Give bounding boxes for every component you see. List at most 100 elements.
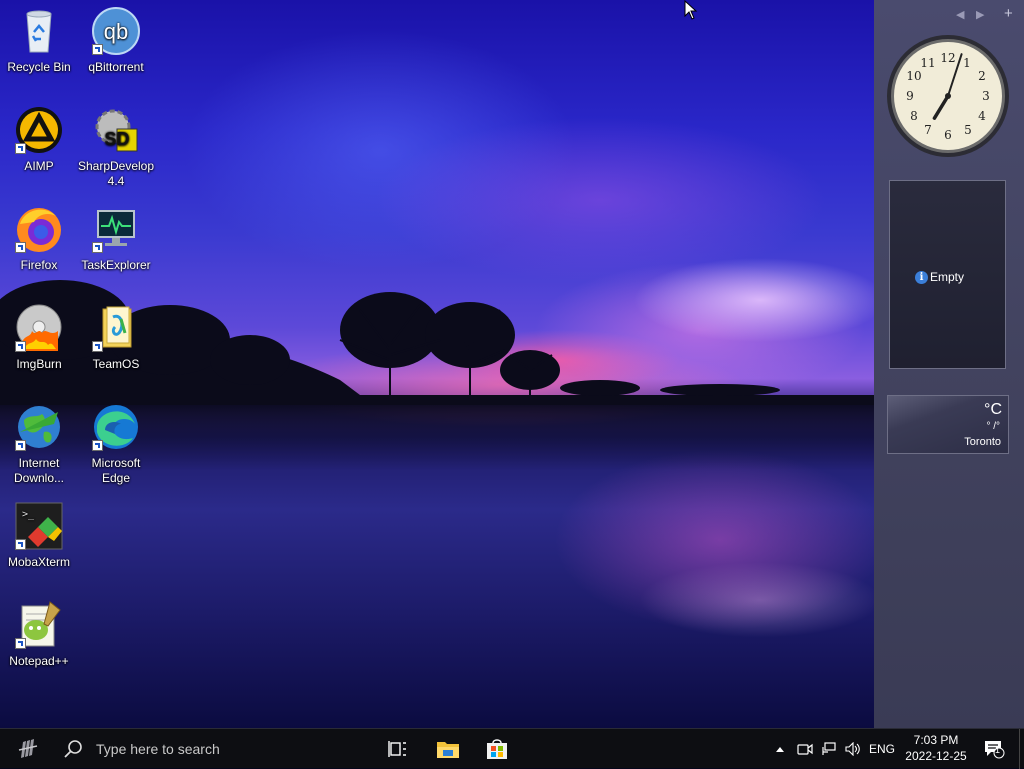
shortcut-arrow-icon bbox=[15, 539, 26, 550]
desktop-icon-label: TeamOS bbox=[92, 357, 140, 371]
taskbar-date: 2022-12-25 bbox=[905, 749, 967, 763]
notification-count-badge: 1 bbox=[995, 745, 1001, 755]
start-icon bbox=[18, 739, 38, 758]
task-view-button[interactable] bbox=[378, 729, 418, 769]
svg-text:SD: SD bbox=[104, 129, 129, 149]
desktop-icon-label: SharpDevelop 4.4 bbox=[77, 159, 155, 188]
desktop-icon-teamos[interactable]: TeamOS bbox=[77, 303, 155, 372]
clock-numeral-1: 1 bbox=[963, 56, 971, 70]
notes-empty-label: Empty bbox=[930, 270, 965, 284]
aimp-icon bbox=[14, 105, 64, 155]
desktop-icon-label: MobaXterm bbox=[7, 555, 71, 569]
chevron-up-icon bbox=[776, 747, 784, 752]
microsoft-store-taskbar-button[interactable] bbox=[477, 729, 517, 769]
recycle-bin-icon bbox=[14, 6, 64, 56]
mouse-cursor-icon bbox=[684, 0, 698, 20]
clock-numeral-8: 8 bbox=[910, 109, 918, 123]
weather-city: Toronto bbox=[964, 436, 1001, 448]
action-center-icon bbox=[985, 741, 1005, 759]
teamos-icon bbox=[91, 303, 141, 353]
shortcut-arrow-icon bbox=[15, 143, 26, 154]
search-placeholder: Type here to search bbox=[96, 741, 220, 757]
task-view-icon bbox=[388, 741, 406, 757]
add-gadget-button[interactable]: + bbox=[1004, 5, 1013, 22]
clock-numeral-6: 6 bbox=[944, 128, 952, 142]
desktop-icon-microsoft-edge[interactable]: Microsoft Edge bbox=[77, 402, 155, 486]
info-icon: i bbox=[915, 270, 928, 284]
notepadpp-icon bbox=[14, 600, 64, 650]
clock-numeral-7: 7 bbox=[924, 123, 932, 137]
shortcut-arrow-icon bbox=[92, 440, 103, 451]
meet-now-icon bbox=[797, 743, 813, 755]
internet-download-manager-icon bbox=[14, 402, 64, 452]
taskbar-clock[interactable]: 7:03 PM 2022-12-25 bbox=[900, 732, 972, 764]
desktop-icon-label: Microsoft Edge bbox=[91, 456, 141, 485]
firefox-icon bbox=[14, 204, 64, 254]
show-desktop-button[interactable] bbox=[1019, 729, 1024, 769]
desktop-icon-internet-download[interactable]: Internet Downlo... bbox=[0, 402, 78, 486]
notes-gadget[interactable]: i Empty bbox=[889, 180, 1006, 369]
network-button[interactable] bbox=[818, 729, 840, 769]
clock-numeral-3: 3 bbox=[982, 89, 990, 103]
network-icon bbox=[822, 742, 836, 755]
volume-button[interactable] bbox=[842, 729, 864, 769]
desktop-icon-label: TaskExplorer bbox=[81, 258, 151, 272]
desktop-icon-label: Internet Downlo... bbox=[13, 456, 65, 485]
clock-numeral-4: 4 bbox=[978, 109, 986, 123]
desktop-icon-imgburn[interactable]: ImgBurn bbox=[0, 303, 78, 372]
desktop-icon-sharpdevelop[interactable]: SD SharpDevelop 4.4 bbox=[77, 105, 155, 189]
desktop-icon-qbittorrent[interactable]: qb qBittorrent bbox=[77, 6, 155, 75]
desktop-icon-label: qBittorrent bbox=[88, 60, 144, 74]
taskexplorer-icon bbox=[91, 204, 141, 254]
meet-now-button[interactable] bbox=[794, 729, 816, 769]
clock-numeral-12: 12 bbox=[940, 51, 955, 65]
start-button[interactable] bbox=[8, 729, 48, 769]
svg-text:>_: >_ bbox=[22, 509, 35, 520]
shortcut-arrow-icon bbox=[92, 44, 103, 55]
clock-numeral-9: 9 bbox=[906, 89, 914, 103]
file-explorer-icon bbox=[437, 742, 459, 758]
desktop-icon-label: Firefox bbox=[20, 258, 58, 272]
taskbar-time: 7:03 PM bbox=[913, 733, 959, 747]
search-icon bbox=[64, 740, 82, 758]
input-language-indicator[interactable]: ENG bbox=[866, 729, 898, 769]
clock-gadget[interactable]: 12 1 2 3 4 5 6 7 8 9 10 11 bbox=[886, 34, 1010, 158]
file-explorer-taskbar-button[interactable] bbox=[428, 729, 468, 769]
svg-text:qb: qb bbox=[104, 19, 128, 44]
clock-numeral-5: 5 bbox=[964, 123, 972, 137]
clock-numeral-2: 2 bbox=[978, 69, 986, 83]
shortcut-arrow-icon bbox=[15, 242, 26, 253]
sharpdevelop-icon: SD bbox=[91, 105, 141, 155]
sidebar-next-button[interactable]: ▶ bbox=[976, 8, 984, 21]
sidebar-prev-button[interactable]: ◀ bbox=[956, 8, 964, 21]
taskbar: Type here to search ENG 7:03 PM 2022-12-… bbox=[0, 728, 1024, 769]
action-center-button[interactable]: 1 bbox=[978, 729, 1010, 769]
desktop-icon-label: ImgBurn bbox=[16, 357, 62, 371]
shortcut-arrow-icon bbox=[15, 341, 26, 352]
show-hidden-icons-button[interactable] bbox=[770, 729, 790, 769]
desktop-icon-label: Recycle Bin bbox=[7, 60, 71, 74]
volume-icon bbox=[845, 742, 860, 756]
notes-gadget-message: i Empty bbox=[915, 270, 964, 284]
microsoft-store-icon bbox=[487, 739, 507, 759]
desktop-icon-notepadpp[interactable]: Notepad++ bbox=[0, 600, 78, 669]
clock-numeral-11: 11 bbox=[920, 56, 935, 70]
weather-range: ° /° bbox=[986, 421, 1000, 432]
imgburn-icon bbox=[14, 303, 64, 353]
shortcut-arrow-icon bbox=[15, 638, 26, 649]
clock-numeral-10: 10 bbox=[906, 69, 921, 83]
shortcut-arrow-icon bbox=[92, 341, 103, 352]
weather-unit: °C bbox=[984, 401, 1002, 418]
qbittorrent-icon: qb bbox=[91, 6, 141, 56]
weather-gadget[interactable]: °C ° /° Toronto bbox=[887, 395, 1009, 454]
desktop-icon-aimp[interactable]: AIMP bbox=[0, 105, 78, 174]
desktop-icon-label: AIMP bbox=[24, 159, 54, 173]
desktop-icon-taskexplorer[interactable]: TaskExplorer bbox=[77, 204, 155, 273]
taskbar-search-box[interactable]: Type here to search bbox=[52, 729, 370, 769]
desktop-icon-firefox[interactable]: Firefox bbox=[0, 204, 78, 273]
desktop-icon-mobaxterm[interactable]: >_ MobaXterm bbox=[0, 501, 78, 570]
desktop-icon-recycle-bin[interactable]: Recycle Bin bbox=[0, 6, 78, 75]
microsoft-edge-icon bbox=[91, 402, 141, 452]
mobaxterm-icon: >_ bbox=[14, 501, 64, 551]
desktop-icon-label: Notepad++ bbox=[9, 654, 69, 668]
